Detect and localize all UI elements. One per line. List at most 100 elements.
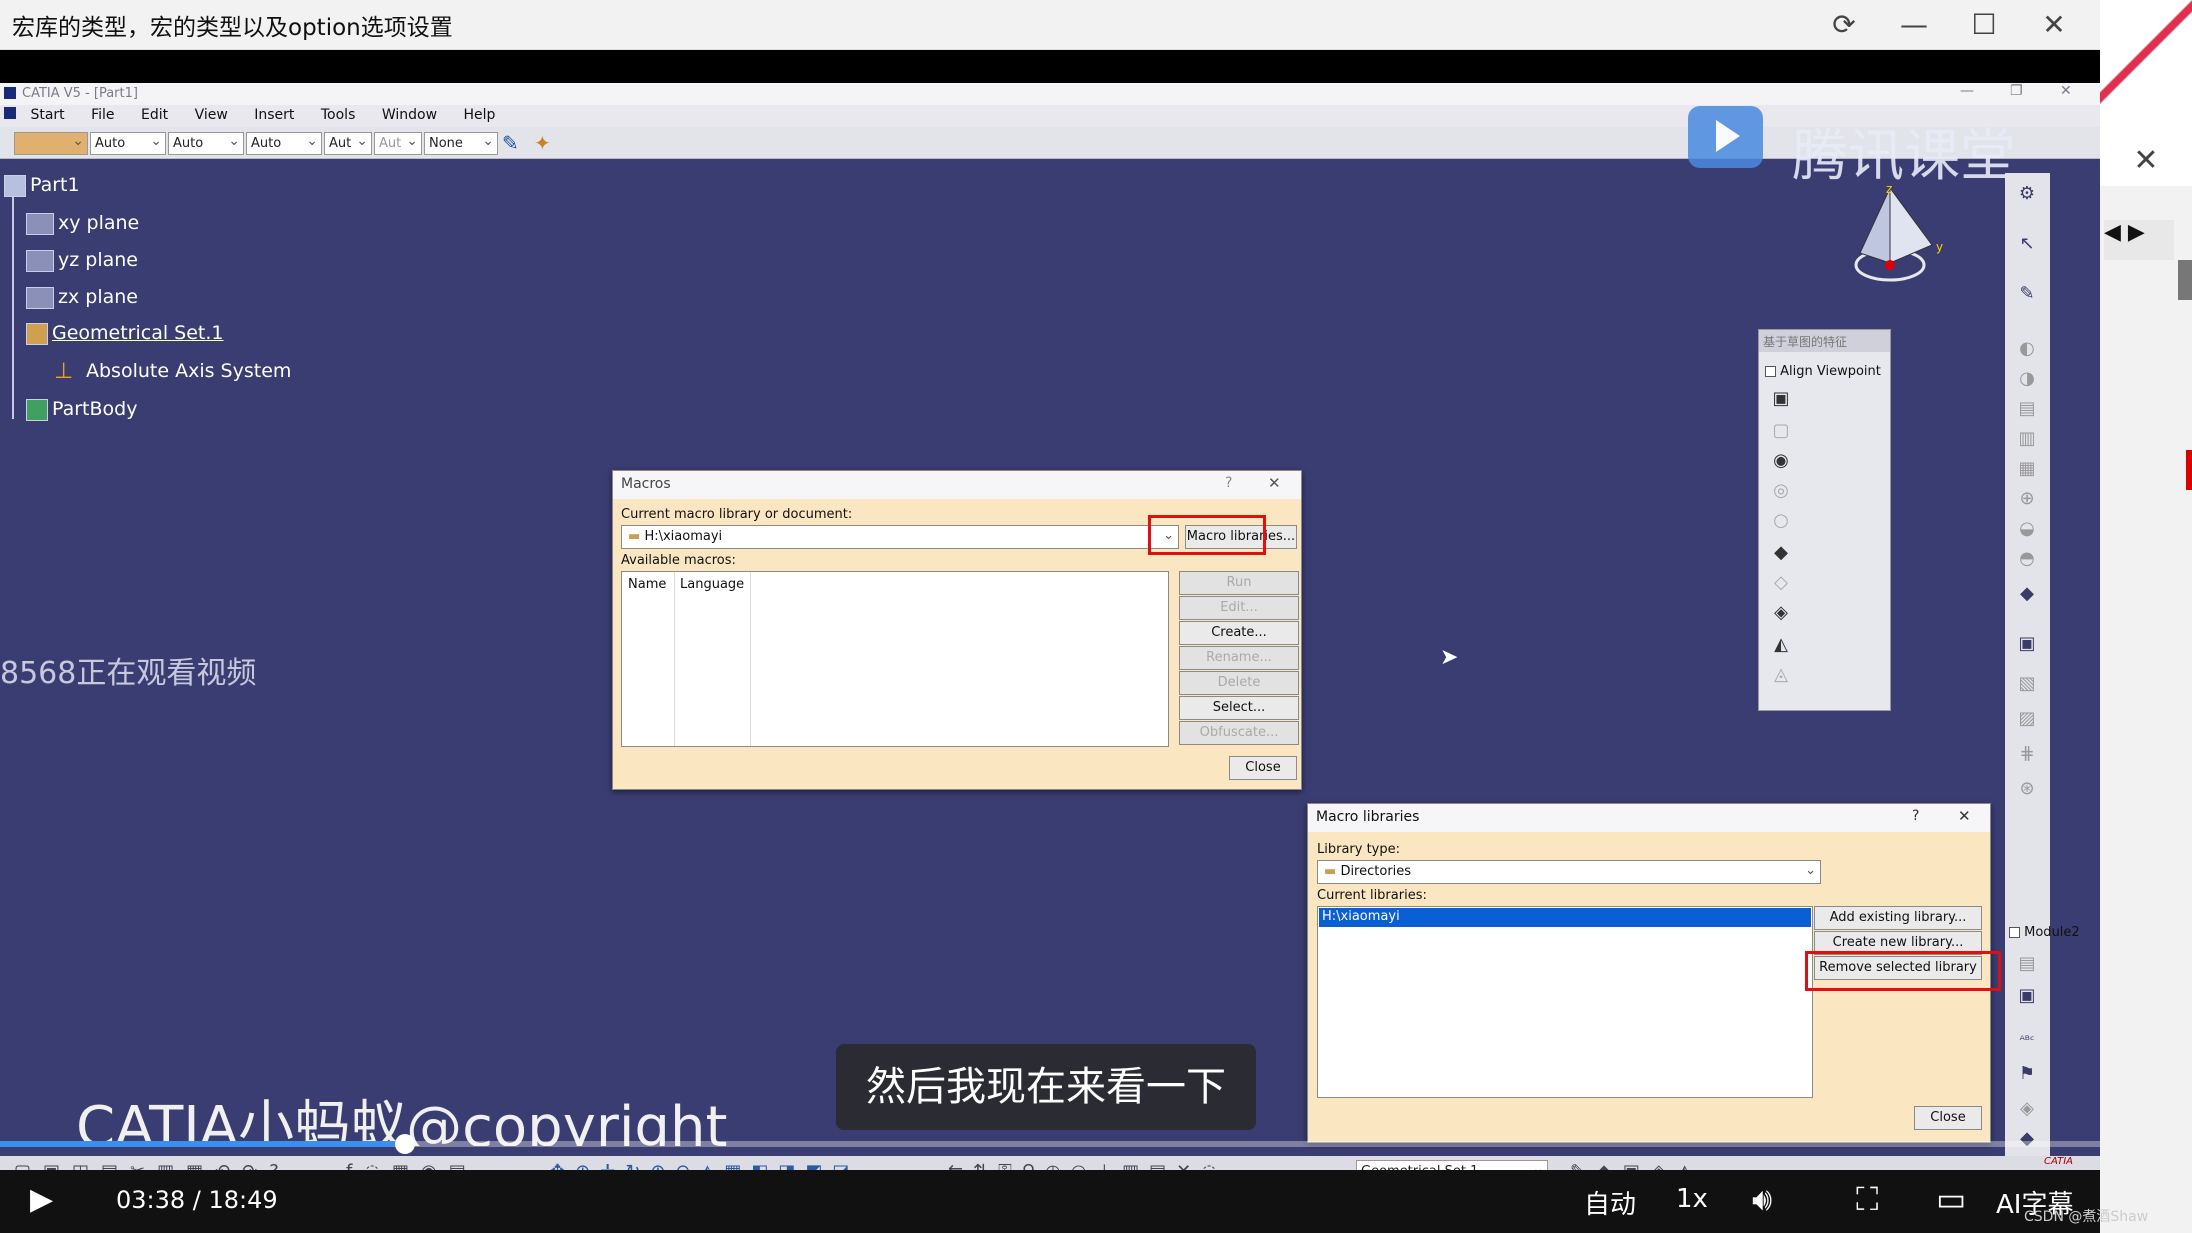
stiffener-icon[interactable]: ◈ bbox=[1769, 602, 1793, 626]
side-scrollbar[interactable] bbox=[2178, 260, 2192, 300]
rename-button[interactable]: Rename... bbox=[1179, 646, 1299, 670]
feature-icon-8[interactable]: ◓ bbox=[2015, 548, 2039, 572]
properties-icon[interactable]: ✦ bbox=[534, 131, 551, 155]
format-painter-icon[interactable]: ✎ bbox=[502, 131, 519, 155]
select-arrow-icon[interactable]: ↖ bbox=[2015, 233, 2039, 257]
feature-icon-15[interactable]: ◈ bbox=[2015, 1098, 2039, 1122]
menu-insert[interactable]: Insert bbox=[254, 105, 294, 123]
feature-icon-11[interactable]: ▧ bbox=[2015, 673, 2039, 697]
feature-icon-12[interactable]: ▨ bbox=[2015, 708, 2039, 732]
feature-icon-14[interactable]: ▣ bbox=[2015, 985, 2039, 1009]
feature-icon-4[interactable]: ▥ bbox=[2015, 428, 2039, 452]
help-icon[interactable]: ? bbox=[1225, 475, 1232, 491]
close-button[interactable]: Close bbox=[1914, 1106, 1982, 1130]
select-button[interactable]: Select... bbox=[1179, 696, 1299, 720]
video-progress-track[interactable] bbox=[0, 1134, 2100, 1154]
dialog-close-icon[interactable]: ✕ bbox=[1268, 474, 1281, 492]
feature-icon-1[interactable]: ◐ bbox=[2015, 338, 2039, 362]
layer-style-dropdown[interactable]: Aut bbox=[374, 132, 422, 155]
refresh-icon[interactable]: ⟳ bbox=[1822, 5, 1866, 45]
side-close-icon[interactable]: ✕ bbox=[2100, 136, 2192, 186]
current-library-select[interactable]: ▬ H:\xiaomayi ⌄ bbox=[621, 525, 1179, 549]
color-dropdown[interactable] bbox=[14, 132, 88, 155]
settings-gear-icon[interactable]: ⚙ bbox=[2015, 183, 2039, 207]
fullscreen-icon[interactable]: ⛶ bbox=[1856, 1180, 1878, 1219]
tree-item-partbody[interactable]: PartBody bbox=[26, 398, 137, 428]
feature-icon-3[interactable]: ▤ bbox=[2015, 398, 2039, 422]
remove-loft-icon[interactable]: ◬ bbox=[1769, 664, 1793, 688]
module-check[interactable]: Module2 bbox=[2009, 925, 2080, 940]
feature-icon-9[interactable]: ◆ bbox=[2015, 583, 2039, 607]
menu-view[interactable]: View bbox=[195, 105, 228, 123]
add-existing-library-button[interactable]: Add existing library... bbox=[1814, 906, 1982, 930]
feature-icon-6[interactable]: ⊕ bbox=[2015, 488, 2039, 512]
feature-icon-13[interactable]: ▤ bbox=[2015, 953, 2039, 977]
obfuscate-button[interactable]: Obfuscate... bbox=[1179, 721, 1299, 745]
maximize-icon[interactable]: ☐ bbox=[1962, 5, 2006, 45]
linewidth-dropdown[interactable]: Auto bbox=[246, 132, 322, 155]
library-type-select[interactable]: ▬ Directories ⌄ bbox=[1317, 860, 1821, 884]
column-name[interactable]: Name bbox=[628, 577, 666, 592]
module-checkbox[interactable] bbox=[2009, 927, 2020, 938]
transparency-dropdown[interactable]: Auto bbox=[90, 132, 166, 155]
run-button[interactable]: Run bbox=[1179, 571, 1299, 595]
close-button[interactable]: Close bbox=[1229, 756, 1297, 780]
tree-item-xy-plane[interactable]: xy plane bbox=[26, 212, 139, 242]
pad-icon[interactable]: ▣ bbox=[1769, 388, 1793, 412]
feature-icon-2[interactable]: ◑ bbox=[2015, 368, 2039, 392]
hole-icon[interactable]: ○ bbox=[1769, 510, 1793, 534]
align-viewpoint-checkbox[interactable] bbox=[1765, 366, 1776, 377]
feature-icon-10[interactable]: ▣ bbox=[2015, 633, 2039, 657]
slot-icon[interactable]: ◇ bbox=[1769, 572, 1793, 596]
libraries-list[interactable]: H:\xiaomayi bbox=[1317, 906, 1813, 1098]
pattern-icon[interactable]: ⋕ bbox=[2015, 743, 2039, 767]
side-nav-arrows[interactable]: ◀ ▶ bbox=[2104, 220, 2174, 260]
create-button[interactable]: Create... bbox=[1179, 621, 1299, 645]
catia-restore-icon[interactable]: ❐ bbox=[2010, 83, 2023, 99]
tree-root[interactable]: Part1 bbox=[4, 174, 80, 204]
macros-list[interactable]: Name Language bbox=[621, 571, 1169, 747]
groove-icon[interactable]: ◎ bbox=[1769, 480, 1793, 504]
menu-start[interactable]: Start bbox=[30, 105, 64, 123]
tree-item-yz-plane[interactable]: yz plane bbox=[26, 249, 138, 279]
tree-item-zx-plane[interactable]: zx plane bbox=[26, 286, 138, 316]
loft-icon[interactable]: ◭ bbox=[1769, 634, 1793, 658]
dialog-close-icon[interactable]: ✕ bbox=[1958, 807, 1971, 825]
catia-close-icon[interactable]: ✕ bbox=[2060, 83, 2072, 99]
column-language[interactable]: Language bbox=[680, 577, 744, 592]
feature-icon-16[interactable]: ◆ bbox=[2015, 1128, 2039, 1152]
speed-button[interactable]: 1x bbox=[1676, 1184, 1708, 1214]
align-viewpoint-check[interactable]: Align Viewpoint bbox=[1765, 364, 1881, 379]
menu-edit[interactable]: Edit bbox=[141, 105, 168, 123]
pocket-icon[interactable]: ▢ bbox=[1769, 420, 1793, 444]
tree-item-geometrical-set[interactable]: Geometrical Set.1 bbox=[26, 322, 224, 352]
scale-icon[interactable]: ⊛ bbox=[2015, 778, 2039, 802]
tree-item-axis-system[interactable]: ⊥ Absolute Axis System bbox=[54, 360, 291, 390]
volume-icon[interactable]: 🔊︎ bbox=[1752, 1180, 1772, 1219]
quality-button[interactable]: 自动 bbox=[1584, 1184, 1636, 1221]
menu-help[interactable]: Help bbox=[463, 105, 495, 123]
edit-button[interactable]: Edit... bbox=[1179, 596, 1299, 620]
point-symbol-dropdown[interactable]: Aut bbox=[324, 132, 372, 155]
linetype-dropdown[interactable]: Auto bbox=[168, 132, 244, 155]
layer-dropdown[interactable]: None bbox=[424, 132, 498, 155]
annotation-icon[interactable]: ᴬᴮᶜ bbox=[2015, 1033, 2039, 1057]
menu-window[interactable]: Window bbox=[382, 105, 437, 123]
compass-icon[interactable]: z y bbox=[1840, 183, 1950, 293]
flag-note-icon[interactable]: ⚑ bbox=[2015, 1063, 2039, 1087]
menu-tools[interactable]: Tools bbox=[321, 105, 356, 123]
shaft-icon[interactable]: ◉ bbox=[1769, 450, 1793, 474]
library-row-selected[interactable]: H:\xiaomayi bbox=[1319, 908, 1811, 927]
subtitle-toggle-icon[interactable]: ▭ bbox=[1936, 1180, 1966, 1218]
rib-icon[interactable]: ◆ bbox=[1769, 542, 1793, 566]
right-arrow-icon[interactable]: ▶ bbox=[2128, 220, 2145, 245]
close-icon[interactable]: ✕ bbox=[2032, 5, 2076, 45]
delete-button[interactable]: Delete bbox=[1179, 671, 1299, 695]
left-arrow-icon[interactable]: ◀ bbox=[2104, 220, 2121, 245]
help-icon[interactable]: ? bbox=[1912, 808, 1919, 824]
catia-minimize-icon[interactable]: — bbox=[1960, 83, 1974, 99]
feature-icon-5[interactable]: ▦ bbox=[2015, 458, 2039, 482]
sketch-icon[interactable]: ✎ bbox=[2015, 283, 2039, 307]
minimize-icon[interactable]: — bbox=[1892, 5, 1936, 45]
menu-file[interactable]: File bbox=[91, 105, 114, 123]
